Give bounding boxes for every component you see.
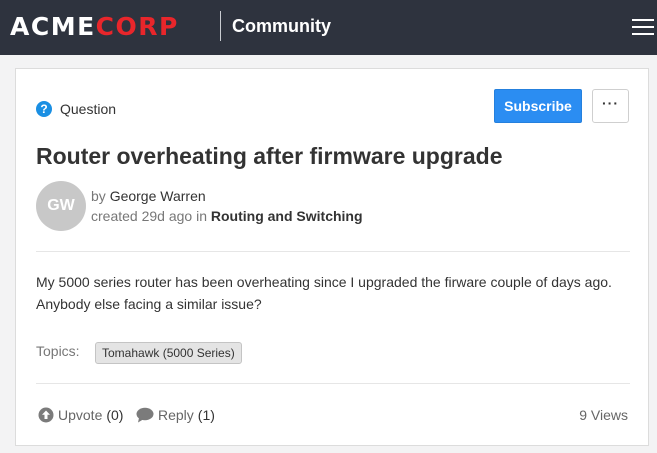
hamburger-icon [632, 26, 654, 28]
post-type: ? Question [36, 101, 116, 117]
acmecorp-logo[interactable]: ACMECORP [10, 14, 179, 40]
question-circle-icon: ? [36, 101, 52, 117]
divider-top [36, 251, 630, 252]
author-line: by George Warren [91, 188, 206, 204]
in-label: in [196, 208, 207, 224]
arrow-up-circle-icon [38, 407, 54, 423]
more-options-button[interactable]: ··· [592, 89, 629, 123]
community-link[interactable]: Community [232, 15, 331, 37]
hamburger-icon [632, 33, 654, 35]
divider-bottom [36, 383, 630, 384]
author-avatar[interactable]: GW [36, 181, 86, 231]
reply-count: (1) [197, 407, 215, 423]
upvote-count: (0) [106, 407, 124, 423]
reply-button[interactable]: Reply (1) [136, 407, 215, 423]
hamburger-menu-button[interactable] [632, 18, 654, 36]
logo-corp-text: CORP [95, 12, 179, 41]
view-count: 9 Views [579, 407, 628, 423]
logo-acme-text: ACME [10, 12, 96, 41]
hamburger-icon [632, 19, 654, 21]
author-name[interactable]: George Warren [110, 188, 206, 204]
reply-label: Reply [158, 407, 194, 423]
ellipsis-icon: ··· [602, 95, 619, 111]
post-body: My 5000 series router has been overheati… [36, 274, 612, 312]
upvote-label: Upvote [58, 407, 103, 423]
topics-label: Topics: [36, 343, 80, 359]
by-label: by [91, 188, 106, 204]
topic-tag[interactable]: Tomahawk (5000 Series) [95, 342, 242, 364]
question-card: ? Question Subscribe ··· Router overheat… [15, 68, 649, 446]
category-link[interactable]: Routing and Switching [211, 208, 363, 224]
post-type-label: Question [60, 101, 117, 117]
subscribe-button[interactable]: Subscribe [494, 89, 582, 123]
post-title: Router overheating after firmware upgrad… [36, 143, 503, 169]
upvote-button[interactable]: Upvote (0) [38, 407, 123, 423]
post-meta: created 29d ago in Routing and Switching [91, 208, 363, 224]
logo-divider [220, 11, 221, 41]
created-label: created [91, 208, 138, 224]
top-nav-bar: ACMECORP Community [0, 0, 657, 55]
speech-bubble-icon [136, 407, 154, 423]
created-age: 29d ago [141, 208, 193, 224]
